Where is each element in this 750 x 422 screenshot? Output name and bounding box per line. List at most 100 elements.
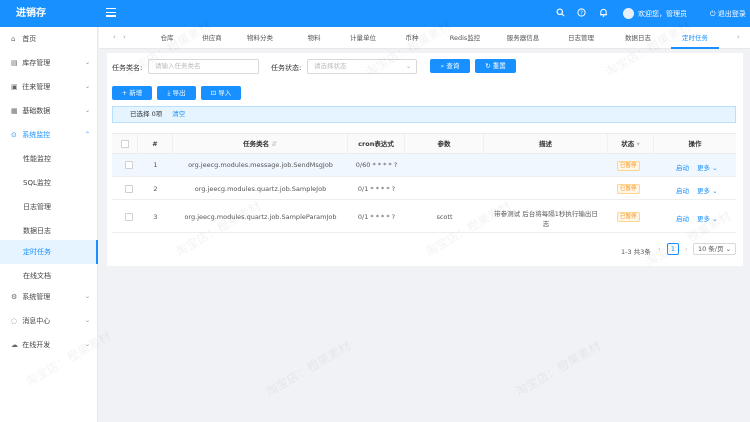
- sidebar-item-transactions[interactable]: ▣ 往来管理 ⌄: [0, 75, 98, 99]
- job-name-input[interactable]: 请输入任务类名: [148, 59, 259, 74]
- tab-log-management[interactable]: 日志管理: [564, 27, 598, 49]
- tab-redis-monitor[interactable]: Redis监控: [443, 27, 487, 49]
- pagination-total: 1-3 共3条: [621, 248, 651, 256]
- start-link[interactable]: 启动: [676, 162, 689, 172]
- welcome-text[interactable]: 欢迎您，管理员: [638, 9, 687, 19]
- sidebar-item-label: 基础数据: [22, 107, 51, 115]
- row-description-line1: 带参测试 后台将每隔1秒执行输出日: [494, 210, 598, 218]
- chevron-down-icon: ⌄: [84, 83, 90, 90]
- chevron-down-icon: ⌄: [84, 293, 90, 300]
- reset-button[interactable]: ↻ 重置: [475, 59, 516, 73]
- row-cron: 0/1 * * * * ?: [357, 185, 396, 193]
- status-select[interactable]: 请选择状态 ⌄: [307, 59, 417, 74]
- sidebar-item-label: 系统监控: [22, 131, 51, 139]
- row-checkbox[interactable]: [125, 213, 133, 221]
- tab-more-icon[interactable]: ›: [737, 33, 740, 41]
- data-icon: ▦: [11, 107, 18, 115]
- sidebar-item-label: 数据日志: [23, 227, 51, 235]
- status-badge: 已暂停: [617, 212, 640, 222]
- select-all-checkbox[interactable]: [121, 140, 129, 148]
- sidebar-item-scheduled-tasks[interactable]: 定时任务: [0, 240, 98, 264]
- main-content: 任务类名: 请输入任务类名 任务状态: 请选择状态 ⌄ ⌕ 查询 ↻ 重置 + 新…: [107, 53, 743, 266]
- chevron-down-icon: ⌄: [712, 187, 718, 195]
- job-name-label: 任务类名:: [112, 64, 143, 72]
- plus-icon: +: [121, 89, 128, 97]
- tab-material[interactable]: 物料: [302, 27, 326, 49]
- column-header-status[interactable]: 状态 ▾: [608, 134, 654, 155]
- prev-page-icon[interactable]: ‹: [658, 245, 661, 253]
- logout-button[interactable]: ⏻ 退出登录: [710, 9, 746, 19]
- add-button[interactable]: + 新增: [112, 86, 152, 100]
- import-button[interactable]: ⊡ 导入: [201, 86, 241, 100]
- column-header-cron: cron表达式: [348, 134, 405, 155]
- sidebar-item-label: 在线文档: [23, 272, 51, 280]
- chevron-down-icon: ⌄: [84, 317, 90, 324]
- inventory-icon: ▤: [11, 59, 18, 67]
- row-index: 1: [153, 161, 158, 169]
- tab-scroll-left-icon[interactable]: ‹: [113, 33, 116, 41]
- page-size-select[interactable]: 10 条/页 ⌄: [693, 243, 736, 255]
- tab-data-log[interactable]: 数据日志: [621, 27, 655, 49]
- sidebar-item-sql-monitor[interactable]: SQL监控: [0, 171, 98, 195]
- sidebar-item-label: 性能监控: [23, 155, 51, 163]
- sidebar: ⌂ 首页 ▤ 库存管理 ⌄ ▣ 往来管理 ⌄ ▦ 基础数据 ⌄ ⊙ 系统监控 ⌃ 性能监…: [0, 27, 98, 422]
- tab-currency[interactable]: 币种: [400, 27, 424, 49]
- avatar[interactable]: [623, 8, 634, 19]
- search-icon[interactable]: [555, 8, 565, 18]
- page-number-current[interactable]: 1: [667, 243, 679, 255]
- reset-label: 重置: [492, 62, 506, 70]
- start-link[interactable]: 启动: [676, 185, 689, 195]
- more-dropdown[interactable]: 更多 ⌄: [697, 213, 718, 223]
- export-label: 导出: [172, 89, 186, 97]
- clear-selection-link[interactable]: 清空: [172, 110, 185, 118]
- export-button[interactable]: ⤓ 导出: [157, 86, 196, 100]
- chevron-down-icon: ⌄: [712, 164, 718, 172]
- table-row: 3 org.jeecg.modules.quartz.job.SamplePar…: [112, 201, 736, 233]
- table-row: 2 org.jeecg.modules.quartz.job.SampleJob…: [112, 178, 736, 200]
- row-checkbox[interactable]: [125, 161, 133, 169]
- watermark: 淘宝店：橙果素材: [513, 338, 604, 399]
- sidebar-item-inventory[interactable]: ▤ 库存管理 ⌄: [0, 51, 98, 75]
- query-button[interactable]: ⌕ 查询: [430, 59, 470, 73]
- row-class-name: org.jeecg.modules.quartz.job.SampleParam…: [184, 213, 337, 221]
- status-badge: 已暂停: [617, 184, 640, 194]
- sidebar-item-online-dev[interactable]: ☁ 在线开发 ⌄: [0, 333, 98, 357]
- tab-warehouse[interactable]: 仓库: [155, 27, 179, 49]
- sidebar-item-home[interactable]: ⌂ 首页: [0, 27, 98, 51]
- export-icon: ⤓: [167, 89, 171, 97]
- tab-supplier[interactable]: 供应商: [198, 27, 226, 49]
- more-dropdown[interactable]: 更多 ⌄: [697, 185, 718, 195]
- row-index: 3: [153, 213, 158, 221]
- sidebar-item-label: 系统管理: [22, 293, 51, 301]
- add-label: 新增: [129, 89, 143, 97]
- menu-collapse-icon[interactable]: [106, 8, 116, 17]
- tab-scroll-right-icon[interactable]: ›: [123, 33, 126, 41]
- tab-material-category[interactable]: 物料分类: [242, 27, 278, 49]
- selection-count: 已选择 0项: [130, 110, 163, 118]
- sidebar-item-performance[interactable]: 性能监控: [0, 147, 98, 171]
- bell-icon[interactable]: [598, 8, 608, 18]
- sidebar-item-basic-data[interactable]: ▦ 基础数据 ⌄: [0, 99, 98, 123]
- cloud-icon: ☁: [11, 341, 18, 349]
- help-icon[interactable]: ?: [576, 8, 586, 18]
- sidebar-item-monitor[interactable]: ⊙ 系统监控 ⌃: [0, 123, 98, 147]
- sidebar-item-messages[interactable]: ◌ 消息中心 ⌄: [0, 309, 98, 333]
- select-all-cell: [112, 134, 138, 155]
- next-page-icon[interactable]: ›: [685, 245, 688, 253]
- logout-icon: ⏻: [710, 10, 716, 18]
- more-dropdown[interactable]: 更多 ⌄: [697, 162, 718, 172]
- status-placeholder: 请选择状态: [314, 62, 347, 70]
- more-label: 更多: [697, 215, 710, 223]
- sidebar-item-label: 往来管理: [22, 83, 51, 91]
- tab-server-info[interactable]: 服务器信息: [502, 27, 544, 49]
- sidebar-item-label: 首页: [22, 35, 37, 43]
- sidebar-item-log-management[interactable]: 日志管理: [0, 195, 98, 219]
- query-label: 查询: [446, 62, 460, 70]
- sidebar-item-system[interactable]: ⚙ 系统管理 ⌄: [0, 285, 98, 309]
- tab-unit[interactable]: 计量单位: [345, 27, 381, 49]
- row-checkbox[interactable]: [125, 185, 133, 193]
- sidebar-item-label: 定时任务: [23, 248, 51, 256]
- start-link[interactable]: 启动: [676, 213, 689, 223]
- tab-scheduled-tasks[interactable]: 定时任务: [671, 27, 719, 49]
- column-header-class-name[interactable]: 任务类名 ⇵: [173, 134, 348, 155]
